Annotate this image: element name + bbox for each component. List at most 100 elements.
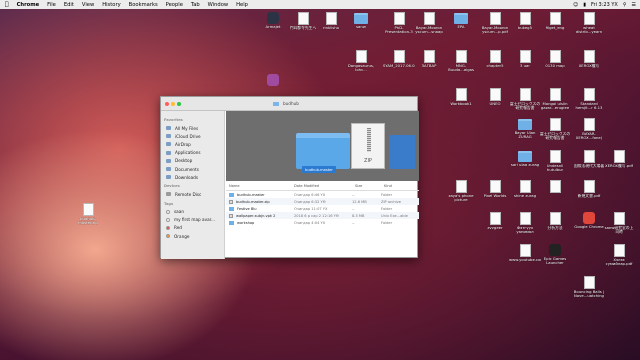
- desktop-item[interactable]: Workbook1: [446, 88, 476, 122]
- desktop-item[interactable]: Armajet: [258, 12, 288, 46]
- desktop-item[interactable]: bukeg5: [510, 12, 540, 46]
- minimize-button[interactable]: [171, 101, 175, 106]
- desktop-item[interactable]: XEROX複写.pdf: [604, 150, 634, 184]
- folder-icon: [454, 13, 468, 24]
- menu-edit[interactable]: Edit: [64, 2, 74, 8]
- menu-list-icon[interactable]: ☰: [632, 2, 636, 8]
- desktop-item[interactable]: sari ulaa zurag: [510, 150, 540, 184]
- file-row[interactable]: budhub-master Ӧчигдар 6:46 ҮХ -- Folder: [226, 191, 419, 198]
- desktop-item[interactable]: Pixel Worlds: [480, 180, 510, 214]
- file-row[interactable]: wallpaper-subjn.vpk 2 2018 6 p сар 2 12:1…: [226, 212, 419, 219]
- menu-file[interactable]: File: [47, 2, 56, 8]
- col-name[interactable]: Name: [226, 184, 291, 190]
- preview-folder-icon[interactable]: [296, 133, 350, 169]
- desktop-item[interactable]: MNG-Buuda...aigas: [446, 50, 476, 84]
- desktop-item[interactable]: 新規文書.pdf: [574, 180, 604, 214]
- desktop-item[interactable]: XEROX複写: [574, 50, 604, 84]
- sidebar-item[interactable]: AirDrop: [161, 140, 224, 148]
- sidebar-item-label: Desktop: [175, 158, 193, 164]
- desktop-item[interactable]: chapter5: [480, 50, 510, 84]
- menu-window[interactable]: Window: [208, 2, 228, 8]
- sidebar-tag[interactable]: Orange: [161, 232, 224, 240]
- sidebar-item[interactable]: Downloads: [161, 173, 224, 181]
- desktop-item[interactable]: wheat distrib...yearn: [574, 12, 604, 46]
- sidebar-item[interactable]: Desktop: [161, 157, 224, 165]
- preview-file-icon[interactable]: [389, 135, 415, 169]
- desktop-item-label: ЗАГВАР: [421, 64, 437, 68]
- menu-chrome[interactable]: Chrome: [17, 2, 40, 8]
- desktop-item[interactable]: Хэлээ сумийлар.pdf: [604, 244, 634, 278]
- desktop-item[interactable]: [540, 180, 570, 214]
- search-icon[interactable]: ⚲: [623, 2, 627, 8]
- col-kind[interactable]: Kind: [381, 184, 419, 190]
- sidebar-item[interactable]: Applications: [161, 149, 224, 157]
- file-row[interactable]: workshop Ӧчигдар 4:04 ҮХ -- Folder: [226, 219, 419, 226]
- desktop-item[interactable]: 分析方法: [540, 212, 570, 246]
- menu-tab[interactable]: Tab: [191, 2, 200, 8]
- desktop-item[interactable]: Undesnii hutulbur: [540, 150, 570, 184]
- desktop-item[interactable]: 国際法現代大場著: [574, 150, 604, 184]
- desktop-item[interactable]: Mongol ulsiin gazar...erugiee: [540, 88, 570, 122]
- desktop-item[interactable]: sanw研究室の上司時: [604, 212, 634, 246]
- desktop-item[interactable]: UNEO: [480, 88, 510, 122]
- desktop-item[interactable]: 3 uar: [510, 50, 540, 84]
- zoom-button[interactable]: [177, 101, 181, 106]
- desktop-item[interactable]: zaya's phone picture: [446, 180, 476, 214]
- document-icon: [583, 180, 595, 193]
- menu-help[interactable]: Help: [236, 2, 248, 8]
- menu-bookmarks[interactable]: Bookmarks: [129, 2, 158, 8]
- desktop-item[interactable]: 富士ゼロックスの研究報告書: [540, 118, 570, 152]
- desktop-item[interactable]: Bayar Ulan ZURAG: [510, 118, 540, 152]
- desktop-item[interactable]: Bouncing Balls | Nove...uatching: [574, 276, 604, 310]
- desktop-item[interactable]: filget_eng: [540, 12, 570, 46]
- sidebar-tag[interactable]: Red: [161, 224, 224, 232]
- desktop-item-label: BAYAR-XEROX...fone): [575, 132, 603, 141]
- desktop-item[interactable]: Bayar-Mooron yscum...p.pdf: [480, 12, 510, 46]
- sidebar-item[interactable]: iCloud Drive: [161, 132, 224, 140]
- apple-menu-icon[interactable]: : [5, 1, 9, 8]
- desktop-item[interactable]: 富士ゼロックスの研究報告書: [510, 88, 540, 122]
- desktop-item-label: Bayar-Mooron yscum...snaap: [415, 26, 443, 35]
- desktop-item[interactable]: EPA: [446, 12, 476, 46]
- file-row[interactable]: Festive Blu Ӧчигдар 11:07 ҮХ -- Folder: [226, 205, 419, 212]
- desktop-item[interactable]: Epic Games Launcher: [540, 244, 570, 278]
- desktop-item[interactable]: Google Chrome: [574, 212, 604, 246]
- desktop-item[interactable]: Фэтгүүх уанимал: [510, 212, 540, 246]
- wifi-icon[interactable]: ☺: [573, 2, 578, 8]
- desktop-item[interactable]: 0130 map: [540, 50, 570, 84]
- desktop-item[interactable]: ЗАГВАР: [414, 50, 444, 84]
- desktop-item[interactable]: Dangasaurus, Iohc...: [346, 50, 376, 84]
- desktop-item[interactable]: shine zurag: [510, 180, 540, 214]
- sidebar-item[interactable]: Remote Disc: [161, 190, 224, 198]
- desktop-item[interactable]: rinkiisho: [316, 12, 346, 46]
- desktop-item[interactable]: SYAM_2017.06.05_[17...R0856]: [383, 50, 415, 84]
- desktop-item[interactable]: sanw: [346, 12, 376, 46]
- desktop-item[interactable]: 門耳都令先生へ: [288, 12, 318, 46]
- desktop-item[interactable]: BAYAR-XEROX...fone): [574, 118, 604, 152]
- document-icon: [583, 118, 595, 131]
- menu-history[interactable]: History: [102, 2, 120, 8]
- clock[interactable]: Fri 3:23 ҮХ: [591, 2, 618, 8]
- close-button[interactable]: [165, 101, 169, 106]
- preview-zip-icon[interactable]: ZIP: [351, 123, 385, 169]
- col-size[interactable]: Size: [352, 184, 381, 190]
- desktop-item[interactable]: Bayar-Mooron yscum...snaap: [414, 12, 444, 46]
- sidebar-item[interactable]: All My Files: [161, 124, 224, 132]
- file-row[interactable]: budhub-master.zip Ӧчигдар 6:32 ҮӨ 12.6 MB Z…: [226, 198, 419, 205]
- sidebar-tag[interactable]: saan: [161, 208, 224, 216]
- title-bar[interactable]: budhub: [161, 97, 417, 111]
- file-size: --: [352, 220, 355, 225]
- battery-icon[interactable]: ▮: [583, 2, 586, 8]
- menu-view[interactable]: View: [82, 2, 94, 8]
- desktop-item[interactable]: PhD-Presentation-3: [384, 12, 414, 46]
- desktop-zip-file[interactable]: budhub-master.zip: [73, 203, 103, 237]
- sidebar-tag[interactable]: my first map avar...: [161, 216, 224, 224]
- sidebar-item[interactable]: Documents: [161, 165, 224, 173]
- desktop-item[interactable]: Standard hemjit...r 6.13: [574, 88, 604, 122]
- desktop-item-label: PhD-Presentation-3: [385, 26, 413, 35]
- menu-people[interactable]: People: [166, 2, 183, 8]
- desktop-item[interactable]: www.youtube.com: [509, 244, 541, 278]
- desktop-item[interactable]: zvvgeer: [480, 212, 510, 246]
- col-date[interactable]: Date Modified: [291, 184, 352, 190]
- document-icon: [297, 12, 309, 25]
